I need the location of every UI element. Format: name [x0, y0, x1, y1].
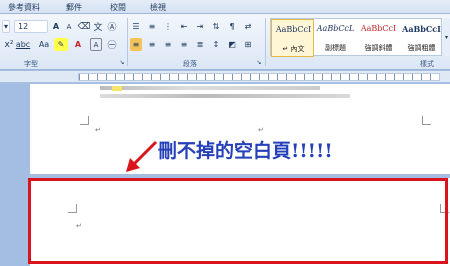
page-corner-mark — [422, 116, 431, 125]
line-spacing-icon[interactable]: ↕ — [210, 38, 222, 51]
shrink-font-button[interactable]: A — [63, 20, 75, 33]
phonetic-guide-icon[interactable]: 文 — [92, 20, 104, 33]
paragraph-group-label: 段落 — [183, 60, 197, 68]
paragraph-mark: ↵ — [95, 126, 101, 134]
align-left-icon[interactable]: ≡ — [130, 38, 142, 51]
style-name: ↵ 內文 — [282, 45, 305, 53]
tab-view[interactable]: 檢視 — [150, 2, 166, 13]
page-corner-mark — [80, 116, 89, 125]
char-shading-icon[interactable]: A — [90, 38, 102, 51]
font-size-select[interactable]: 12 — [14, 20, 48, 33]
paragraph-mark: ↵ — [258, 126, 264, 134]
style-sample: AaBbCcI — [402, 24, 441, 34]
x2-superscript-icon[interactable]: x² — [4, 38, 14, 51]
style-emphasis[interactable]: AaBbCcI 強調斜體 — [357, 19, 400, 57]
style-name: 副標題 — [325, 44, 346, 52]
asian-layout-icon[interactable]: ⇄ — [242, 20, 254, 33]
grow-font-button[interactable]: A — [50, 20, 62, 33]
tab-references[interactable]: 參考資料 — [8, 2, 40, 13]
multilevel-list-icon[interactable]: ⋮ — [162, 20, 174, 33]
group-divider — [265, 18, 266, 66]
tab-review[interactable]: 校閱 — [110, 2, 126, 13]
font-name-dropdown[interactable]: ▾ — [2, 20, 10, 33]
change-case-button[interactable]: Aa — [36, 38, 52, 51]
styles-gallery: AaBbCcI ↵ 內文 AaBbCcL 副標題 AaBbCcI 強調斜體 Aa… — [270, 18, 443, 57]
align-right-icon[interactable]: ≡ — [162, 38, 174, 51]
decrease-indent-icon[interactable]: ⇤ — [178, 20, 190, 33]
font-dialog-launcher-icon[interactable]: ↘ — [118, 58, 126, 66]
numbering-icon[interactable]: ≡ — [146, 20, 158, 33]
highlight-box — [28, 178, 448, 264]
tab-mailings[interactable]: 郵件 — [66, 2, 82, 13]
highlight-icon[interactable]: ✎ — [54, 38, 68, 51]
ribbon-tab-bar: 參考資料 郵件 校閱 檢視 — [0, 0, 450, 14]
sort-icon[interactable]: ⇅ — [210, 20, 222, 33]
style-subtitle[interactable]: AaBbCcL 副標題 — [314, 19, 357, 57]
clear-format-icon[interactable]: ⌫ — [78, 20, 91, 33]
styles-scroll-icon[interactable]: ▾ — [443, 18, 450, 56]
style-name: 強調斜體 — [364, 44, 393, 52]
style-sample: AaBbCcI — [275, 25, 312, 34]
shading-icon[interactable]: ◩ — [226, 38, 238, 51]
show-marks-icon[interactable]: ¶ — [226, 20, 238, 33]
highlighted-text — [112, 86, 122, 91]
bullets-icon[interactable]: ☰ — [130, 20, 142, 33]
style-strong[interactable]: AaBbCcI 強調粗體 — [400, 19, 443, 57]
borders-icon[interactable]: ⊞ — [242, 38, 254, 51]
ruler-scale — [78, 73, 440, 81]
red-arrow-icon — [126, 140, 158, 172]
distributed-icon[interactable]: ≣ — [194, 38, 206, 51]
justify-icon[interactable]: ≡ — [178, 38, 190, 51]
annotation-text: 刪不掉的空白頁!!!!! — [158, 140, 333, 162]
style-name: 強調粗體 — [407, 44, 436, 52]
increase-indent-icon[interactable]: ⇥ — [194, 20, 206, 33]
strike-icon[interactable]: abc — [16, 38, 30, 51]
enclose-char-icon[interactable]: Ⓐ — [106, 20, 118, 33]
enclose-char-icon-2[interactable]: ㊀ — [106, 38, 118, 51]
faded-text-line — [100, 94, 350, 98]
style-normal[interactable]: AaBbCcI ↵ 內文 — [271, 19, 314, 57]
style-sample: AaBbCcI — [360, 24, 397, 33]
style-sample: AaBbCcL — [316, 24, 355, 33]
paragraph-dialog-launcher-icon[interactable]: ↘ — [255, 58, 263, 66]
styles-group-label: 樣式 — [420, 60, 434, 68]
faded-text-line — [100, 86, 320, 90]
font-group-label: 字型 — [24, 60, 38, 68]
font-color-button[interactable]: A — [72, 38, 84, 51]
group-divider — [127, 18, 128, 66]
ribbon: ▾ 12 A A ⌫ 文 Ⓐ x² abc Aa ✎ A A ㊀ 字型 ↘ ☰ … — [0, 14, 450, 70]
align-center-icon[interactable]: ≡ — [146, 38, 158, 51]
horizontal-ruler[interactable] — [0, 71, 450, 83]
